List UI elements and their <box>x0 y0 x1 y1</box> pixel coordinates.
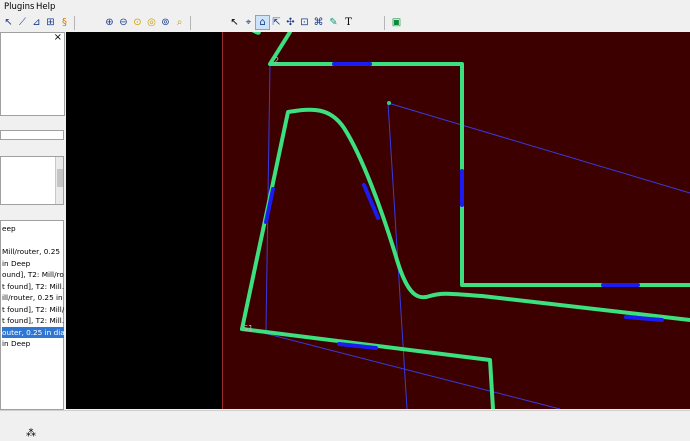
properties-input[interactable] <box>0 130 64 140</box>
toolpath-arc[interactable] <box>250 28 261 35</box>
text-tool-icon[interactable]: T <box>342 16 355 29</box>
layers-list[interactable] <box>0 156 64 205</box>
zoom-fit-icon[interactable]: ◎ <box>145 16 158 29</box>
canvas-background <box>222 32 690 409</box>
menu-bar: Plugins Help <box>0 0 690 15</box>
script-icon[interactable]: § <box>58 16 71 29</box>
start-label-top: 2 <box>274 56 279 65</box>
list-item[interactable]: ill/router, 0.25 in <box>2 292 64 304</box>
zoom-extents-icon[interactable]: ⌕ <box>173 16 186 29</box>
preview-pane <box>66 32 222 409</box>
list-item[interactable]: t found], T2: Mill... <box>2 315 64 327</box>
zoom-out-icon[interactable]: ⊖ <box>117 16 130 29</box>
toolbar-separator <box>190 16 191 30</box>
list-item[interactable]: ound], T2: Mill/ro... <box>2 269 64 281</box>
guide-node[interactable] <box>387 101 391 105</box>
measure-tool-icon[interactable]: ⊿ <box>30 16 43 29</box>
list-item[interactable]: in Deep <box>2 338 64 350</box>
zoom-selection-icon[interactable]: ⊚ <box>159 16 172 29</box>
layer-icon[interactable]: ▣ <box>390 16 403 29</box>
menu-help[interactable]: Help <box>36 2 55 12</box>
list-item[interactable]: in Deep <box>2 258 64 270</box>
zoom-area-icon[interactable]: ⊙ <box>131 16 144 29</box>
fit-icon[interactable]: ⊡ <box>298 16 311 29</box>
toolbar: ↖ ⟋ ⊿ ⊞ § ⊕ ⊖ ⊙ ◎ ⊚ ⌕ ↖ ⌖ ⌂ ⇱ ✣ ⊡ ⌘ ✎ T … <box>0 14 690 33</box>
route-tool-icon[interactable]: ⟋ <box>16 16 29 29</box>
list-item[interactable]: t found], T2: Mill/... <box>2 304 64 316</box>
center-icon[interactable]: ✣ <box>284 16 297 29</box>
footprints-icon: ⁂ <box>26 428 36 439</box>
list-item[interactable]: t found], T2: Mill... <box>2 281 64 293</box>
status-bar: ⁂ <box>0 410 690 441</box>
select-arrow-icon[interactable]: ↖ <box>2 16 15 29</box>
close-icon[interactable]: × <box>54 32 62 43</box>
toolbar-separator <box>384 16 385 30</box>
list-item[interactable]: eep <box>2 223 64 235</box>
layers-scrollbar[interactable] <box>55 157 63 204</box>
align-icon[interactable]: ⇱ <box>270 16 283 29</box>
toolpath-view[interactable]: 2 S1 <box>221 28 690 411</box>
pointer-icon[interactable]: ↖ <box>228 16 241 29</box>
list-item[interactable]: Mill/router, 0.25 <box>2 246 64 258</box>
zoom-in-icon[interactable]: ⊕ <box>103 16 116 29</box>
node-edit-icon[interactable]: ⌖ <box>242 16 255 29</box>
left-panel: × eep Mill/router, 0.25 in Deep ound], T… <box>0 32 66 410</box>
operations-list[interactable]: eep Mill/router, 0.25 in Deep ound], T2:… <box>0 220 64 410</box>
drawing-canvas[interactable]: 2 S1 <box>221 28 690 411</box>
pen-icon[interactable]: ✎ <box>327 16 340 29</box>
path-edit-icon[interactable]: ⌂ <box>255 15 270 30</box>
list-item-selected[interactable]: outer, 0.25 in dia... <box>2 326 64 338</box>
scroll-thumb[interactable] <box>57 169 63 187</box>
menu-plugins[interactable]: Plugins <box>4 2 34 12</box>
bounding-box-icon[interactable]: ⊞ <box>44 16 57 29</box>
tools-box: × <box>0 32 65 116</box>
toolbar-separator <box>74 16 75 30</box>
start-label-bottom: S1 <box>243 324 253 333</box>
snap-icon[interactable]: ⌘ <box>312 16 325 29</box>
